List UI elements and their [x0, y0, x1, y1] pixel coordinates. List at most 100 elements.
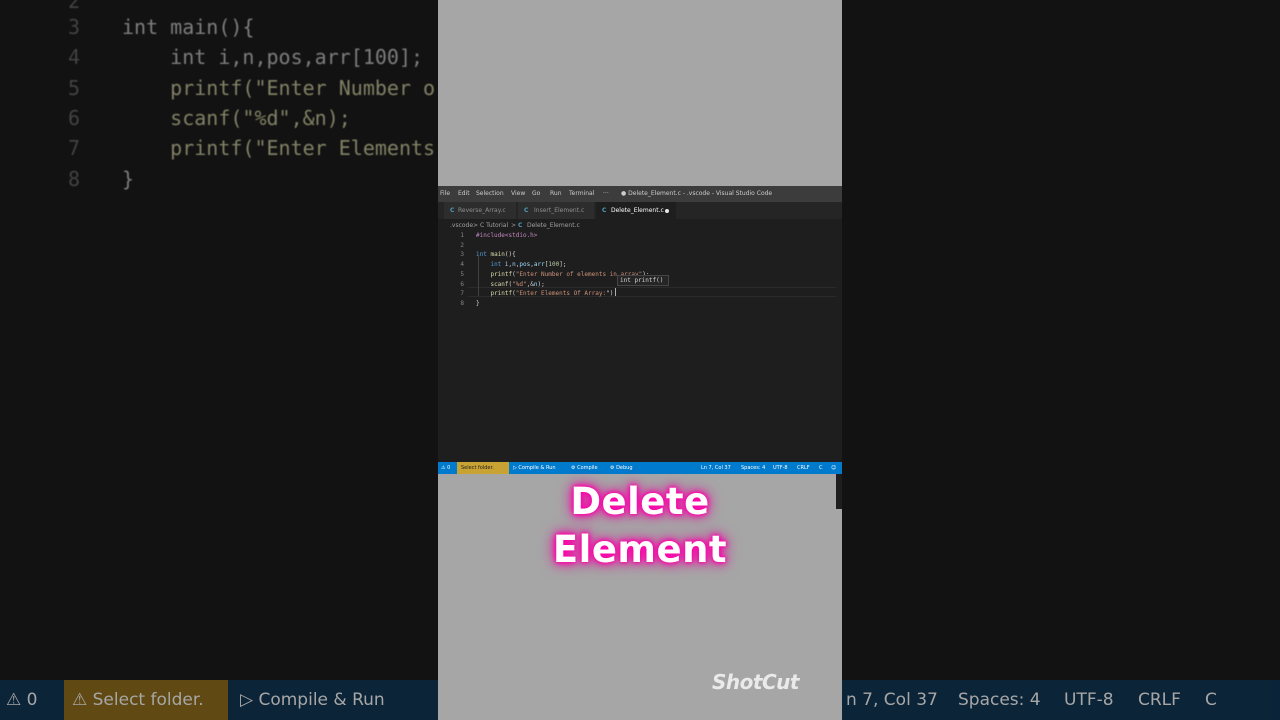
menu-run[interactable]: Run — [550, 190, 562, 197]
code-token: "Enter Elements Of Array: — [515, 290, 607, 298]
menu-edit[interactable]: Edit — [458, 190, 470, 197]
line-number: 4 — [460, 261, 464, 269]
code-token: int — [476, 251, 487, 259]
code-line: 4 int i,n,pos,arr[100]; — [438, 260, 842, 270]
code-token: scanf — [490, 280, 509, 288]
video-frame-panel: File Edit Selection View Go Run Terminal… — [438, 0, 842, 720]
code-line: 8} — [438, 299, 842, 309]
code-token: int — [490, 261, 502, 269]
code-token: ]; — [559, 261, 567, 269]
code-line: 1 #include<stdio.h> — [438, 231, 842, 241]
tab-label: Reverse_Array.c — [458, 207, 506, 214]
bg-line-number: 5 — [67, 76, 80, 100]
eol-setting[interactable]: CRLF — [797, 465, 810, 471]
bg-select-folder: ⚠ Select folder. — [72, 690, 204, 710]
bg-language: C — [1205, 690, 1217, 710]
code-token: arr — [533, 261, 545, 269]
window-title: ● Delete_Element.c - .vscode - Visual St… — [621, 190, 773, 197]
title-bar: File Edit Selection View Go Run Terminal… — [438, 186, 842, 202]
c-file-icon: C — [602, 207, 607, 214]
tab-insert-element[interactable]: C Insert_Element.c — [518, 202, 594, 219]
bg-line-number: 8 — [67, 167, 80, 191]
tab-delete-element[interactable]: C Delete_Element.c — [596, 202, 676, 219]
bg-encoding: UTF-8 — [1064, 690, 1114, 710]
code-line: 2 — [438, 241, 842, 251]
line-number: 1 — [460, 232, 464, 239]
tab-reverse-array[interactable]: C Reverse_Array.c — [444, 202, 516, 219]
vertical-scrollbar[interactable] — [836, 276, 842, 509]
encoding-setting[interactable]: UTF-8 — [773, 465, 788, 471]
bg-line-text: int i,n,pos,arr[100]; — [122, 45, 424, 69]
code-token: printf — [490, 290, 513, 298]
compile-button[interactable]: ⚙ Compile — [571, 465, 598, 471]
bg-eol: CRLF — [1138, 690, 1181, 710]
line-number: 6 — [460, 280, 464, 288]
code-token: } — [476, 299, 480, 307]
breadcrumb-file[interactable]: Delete_Element.c — [527, 222, 580, 229]
status-bar: ⚠ 0 Select folder. ▷ Compile & Run ⚙ Com… — [438, 462, 842, 474]
compile-run-button[interactable]: ▷ Compile & Run — [513, 465, 556, 471]
code-token: #include<stdio.h> — [476, 232, 538, 239]
menu-view[interactable]: View — [511, 190, 525, 197]
menu-selection[interactable]: Selection — [476, 190, 504, 197]
problems-indicator[interactable]: ⚠ 0 — [441, 465, 450, 471]
debug-button[interactable]: ⚙ Debug — [610, 465, 633, 471]
breadcrumb-root[interactable]: .vscode — [450, 222, 473, 229]
line-number: 2 — [460, 241, 464, 249]
code-token: printf — [490, 270, 513, 278]
tab-bar: C Reverse_Array.c C Insert_Element.c C D… — [438, 202, 842, 219]
breadcrumb-folder[interactable]: C Tutorial — [480, 222, 508, 229]
bg-line-text: printf("Enter Elements — [122, 136, 436, 160]
code-token: ") — [606, 290, 614, 298]
code-editor[interactable]: 1 #include<stdio.h> 2 3 int main(){4 int i,n… — [438, 231, 842, 509]
c-file-icon: C — [518, 222, 523, 229]
code-token: (){ — [504, 251, 516, 259]
select-folder-button[interactable]: Select folder. — [461, 465, 494, 471]
bg-line-text: } — [122, 167, 135, 191]
code-line: 3 int main(){ — [438, 250, 842, 260]
line-number: 3 — [460, 251, 464, 259]
c-file-icon: C — [450, 207, 455, 214]
language-mode[interactable]: C — [819, 465, 823, 471]
feedback-icon[interactable]: ☺ — [831, 465, 836, 471]
c-file-icon: C — [524, 207, 529, 214]
line-code: printf("Enter Elements Of Array:") — [476, 289, 613, 299]
code-token: "%d" — [512, 280, 527, 288]
line-code: #include<stdio.h> — [476, 231, 537, 241]
line-number: 8 — [460, 299, 464, 307]
menu-go[interactable]: Go — [532, 190, 540, 197]
menu-terminal[interactable]: Terminal — [569, 190, 594, 197]
shotcut-watermark: ShotCut — [712, 670, 799, 694]
chevron-right-icon: > — [511, 222, 517, 229]
code-token: ,& — [526, 280, 534, 288]
vscode-window: File Edit Selection View Go Run Terminal… — [438, 186, 842, 509]
text-cursor — [615, 288, 616, 296]
bg-line-number: 3 — [67, 15, 80, 39]
indentation-setting[interactable]: Spaces: 4 — [741, 465, 765, 471]
menu-file[interactable]: File — [440, 190, 450, 197]
bg-line-text: int main(){ — [122, 15, 255, 39]
bg-line-text: printf("Enter Number o — [122, 76, 436, 100]
bg-line-number: 6 — [67, 106, 80, 130]
code-token: main — [490, 251, 505, 259]
line-code: } — [476, 299, 480, 309]
video-caption: Delete Element — [438, 478, 842, 574]
tab-label: Insert_Element.c — [534, 207, 585, 214]
unsaved-dot-icon[interactable] — [665, 209, 669, 213]
bg-compile-run: ▷ Compile & Run — [240, 690, 385, 710]
breadcrumb: .vscode > C Tutorial > C Delete_Element.… — [438, 219, 842, 231]
code-line: 7 printf("Enter Elements Of Array:") — [438, 289, 842, 299]
cursor-position[interactable]: Ln 7, Col 37 — [701, 465, 731, 471]
chevron-right-icon: > — [473, 222, 479, 229]
line-number: 7 — [460, 290, 464, 298]
code-token: pos — [519, 261, 531, 269]
bg-line-number: 4 — [67, 45, 80, 69]
code-token: ); — [537, 280, 545, 288]
line-number: 5 — [460, 270, 464, 278]
caption-line-2: Element — [552, 528, 728, 571]
menu-more[interactable]: ··· — [603, 190, 609, 197]
line-code: int main(){ — [476, 250, 516, 260]
